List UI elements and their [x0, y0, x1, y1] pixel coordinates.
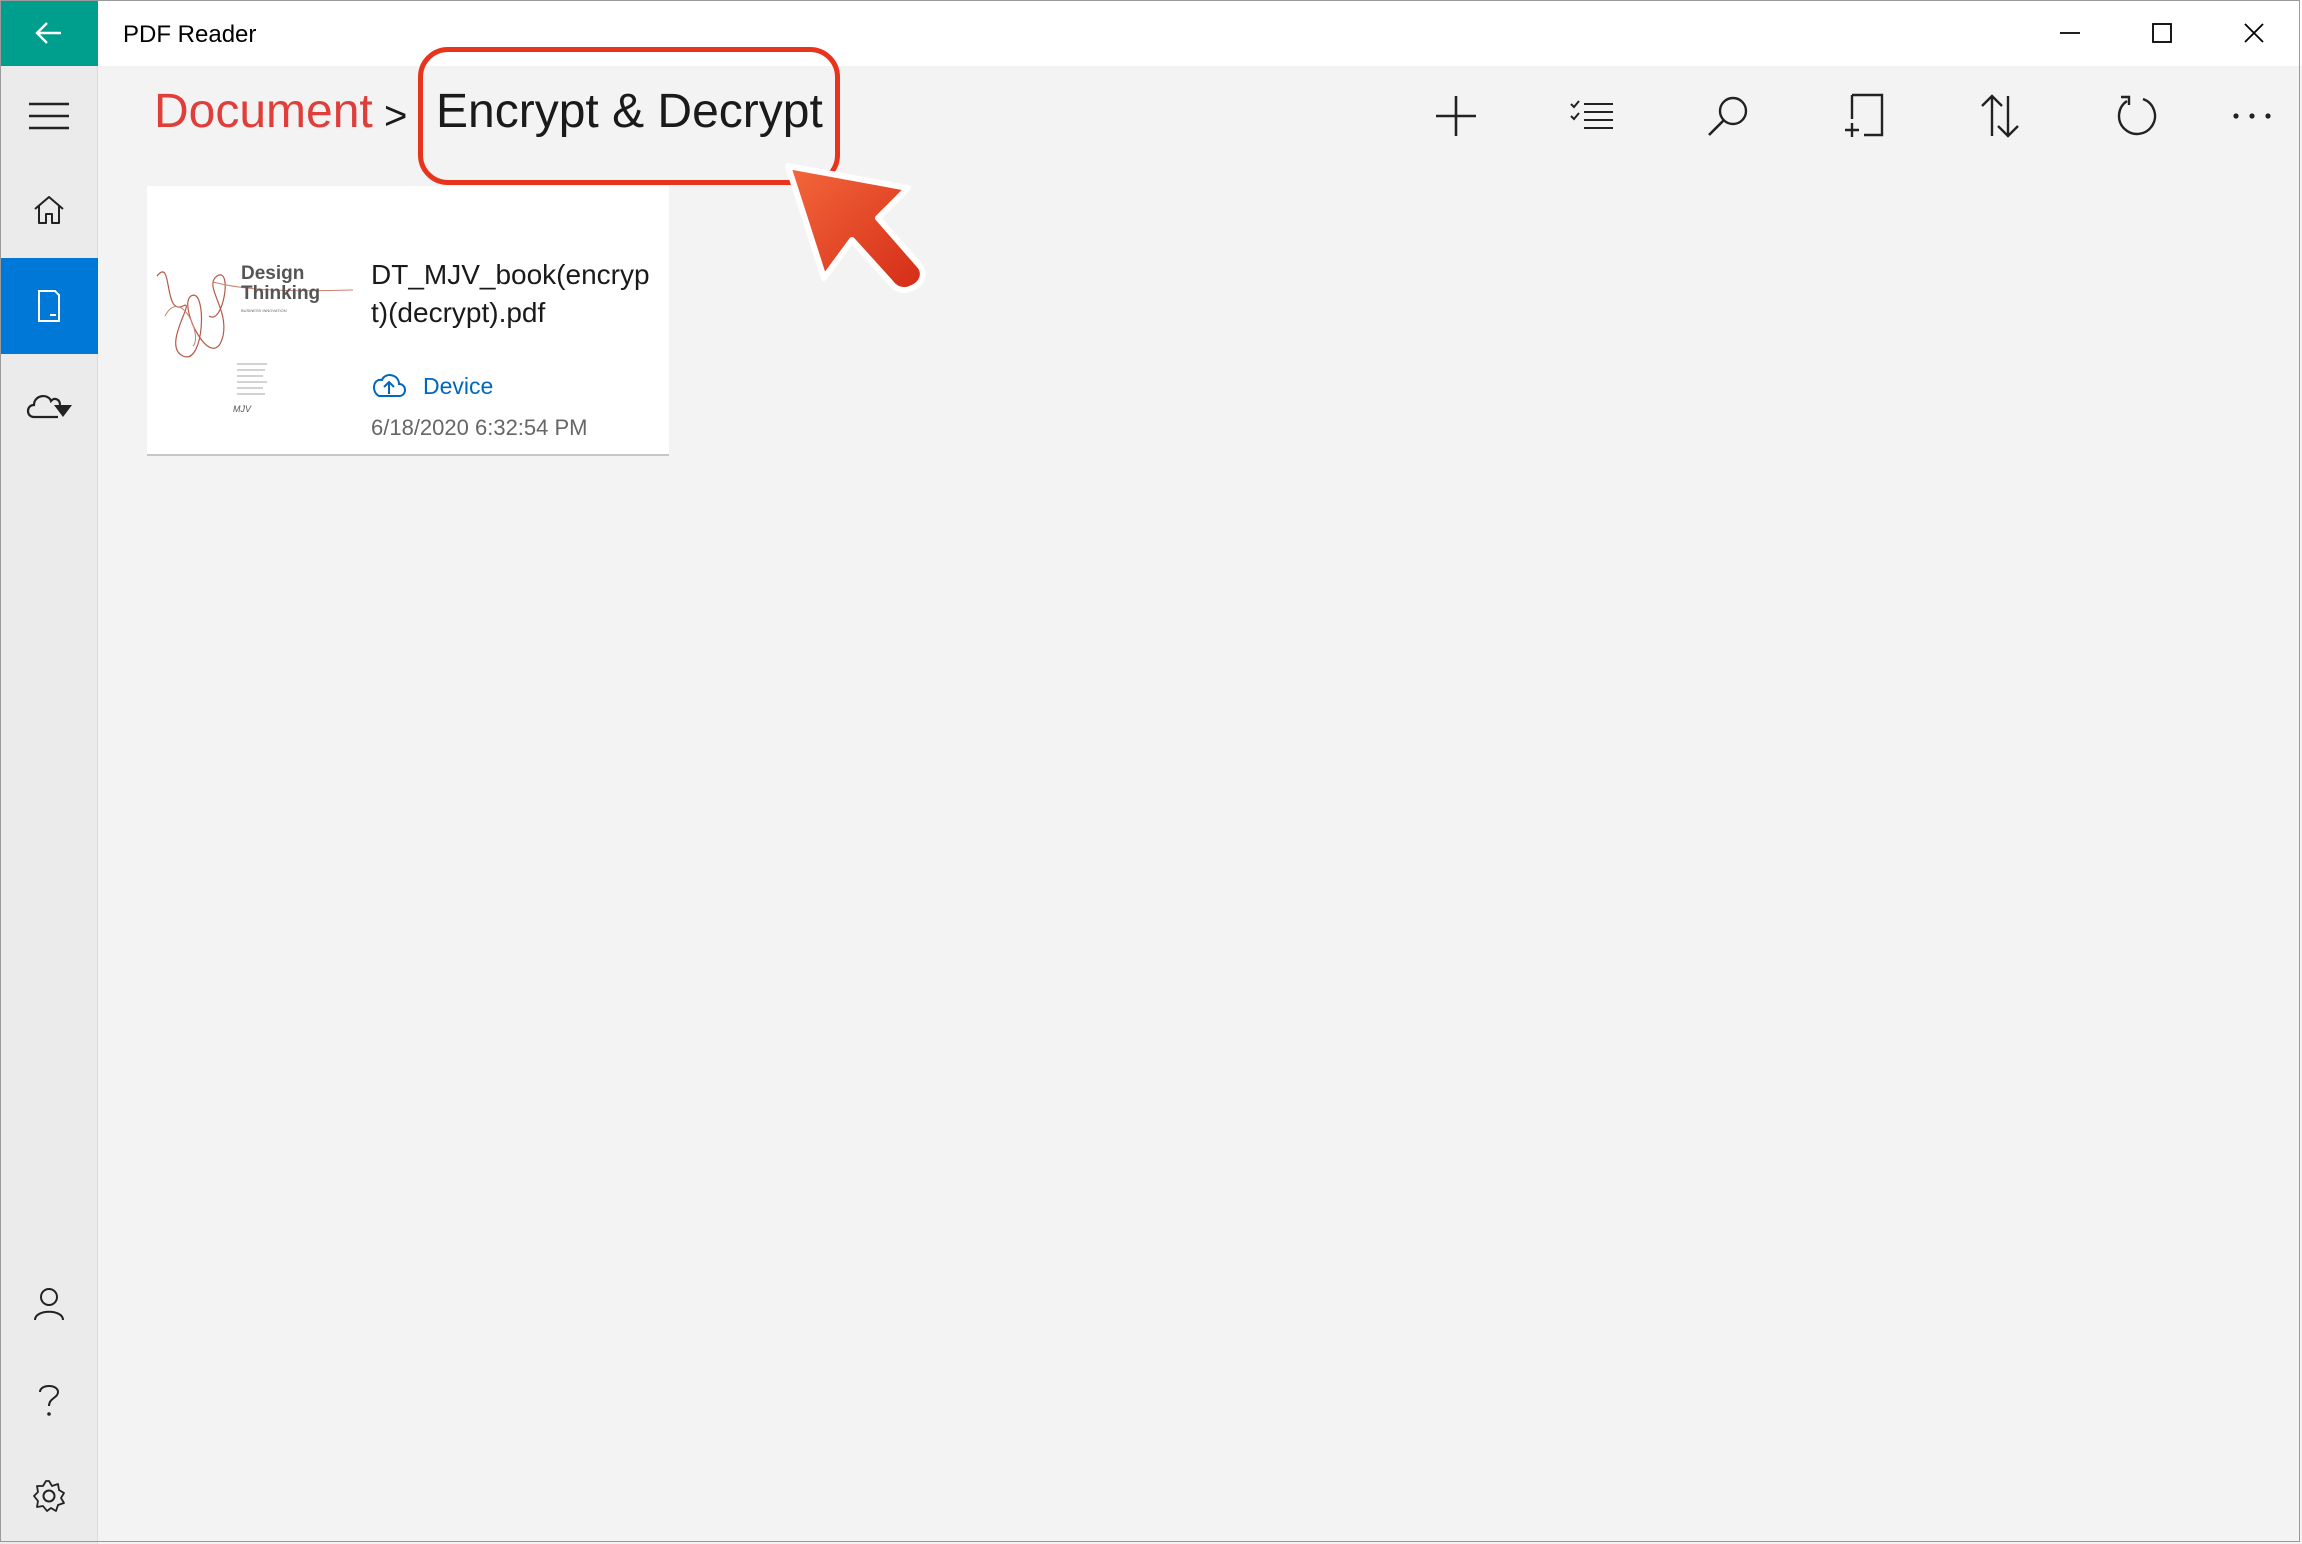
minimize-icon [2060, 32, 2080, 34]
sort-button[interactable] [1960, 76, 2040, 156]
select-button[interactable] [1552, 76, 1632, 156]
maximize-icon [2152, 23, 2172, 43]
person-icon [34, 1288, 64, 1321]
nav-item-help[interactable] [0, 1352, 98, 1448]
sort-icon [1981, 94, 2019, 138]
cloud-upload-icon [373, 374, 406, 397]
pdf-thumbnail: Design Thinking BUSINESS INNOVATION MJV [153, 246, 363, 436]
more-icon [2233, 113, 2271, 119]
hamburger-menu-button[interactable] [0, 68, 98, 164]
document-icon [38, 290, 60, 322]
nav-item-account[interactable] [0, 1256, 98, 1352]
minimize-button[interactable] [2024, 0, 2116, 66]
breadcrumb-separator: > [384, 94, 408, 138]
annotation-arrow-icon [785, 163, 926, 293]
nav-item-settings[interactable] [0, 1448, 98, 1544]
app-title: PDF Reader [123, 21, 257, 48]
help-icon [39, 1385, 60, 1416]
breadcrumb-parent[interactable]: Document [154, 80, 373, 144]
file-date: 6/18/2020 6:32:54 PM [371, 415, 588, 440]
close-button[interactable] [2208, 0, 2300, 66]
thumbnail-title: Design Thinking [241, 264, 320, 304]
file-name: DT_MJV_book(encrypt)(decrypt).pdf [371, 259, 650, 328]
new-folder-button[interactable] [1824, 76, 1904, 156]
add-button[interactable] [1416, 76, 1496, 156]
thumbnail-title-line2: Thinking [241, 283, 321, 304]
gear-icon [33, 1480, 65, 1512]
add-icon [1436, 96, 1476, 136]
thumbnail-logo: MJV [233, 404, 251, 414]
search-icon [1708, 96, 1748, 136]
home-icon [34, 196, 64, 224]
title-bar [0, 0, 2302, 66]
refresh-icon [2117, 95, 2157, 136]
nav-item-document[interactable] [0, 258, 98, 354]
new-folder-icon [1845, 93, 1884, 137]
hamburger-icon [29, 102, 69, 130]
more-options-button[interactable] [2212, 76, 2292, 156]
select-list-icon [1570, 100, 1613, 129]
close-icon [2244, 23, 2264, 43]
nav-item-home[interactable] [0, 162, 98, 258]
back-button[interactable] [0, 0, 98, 66]
refresh-button[interactable] [2096, 76, 2176, 156]
arrow-left-icon [35, 22, 61, 44]
maximize-button[interactable] [2116, 0, 2208, 66]
file-card[interactable]: Design Thinking BUSINESS INNOVATION MJV … [147, 186, 669, 456]
search-button[interactable] [1688, 76, 1768, 156]
thumbnail-subtitle: BUSINESS INNOVATION [241, 308, 287, 313]
file-location: Device [423, 373, 494, 399]
thumbnail-title-line1: Design [241, 263, 305, 284]
nav-item-cloud[interactable] [0, 356, 98, 452]
cloud-download-icon [26, 395, 72, 419]
